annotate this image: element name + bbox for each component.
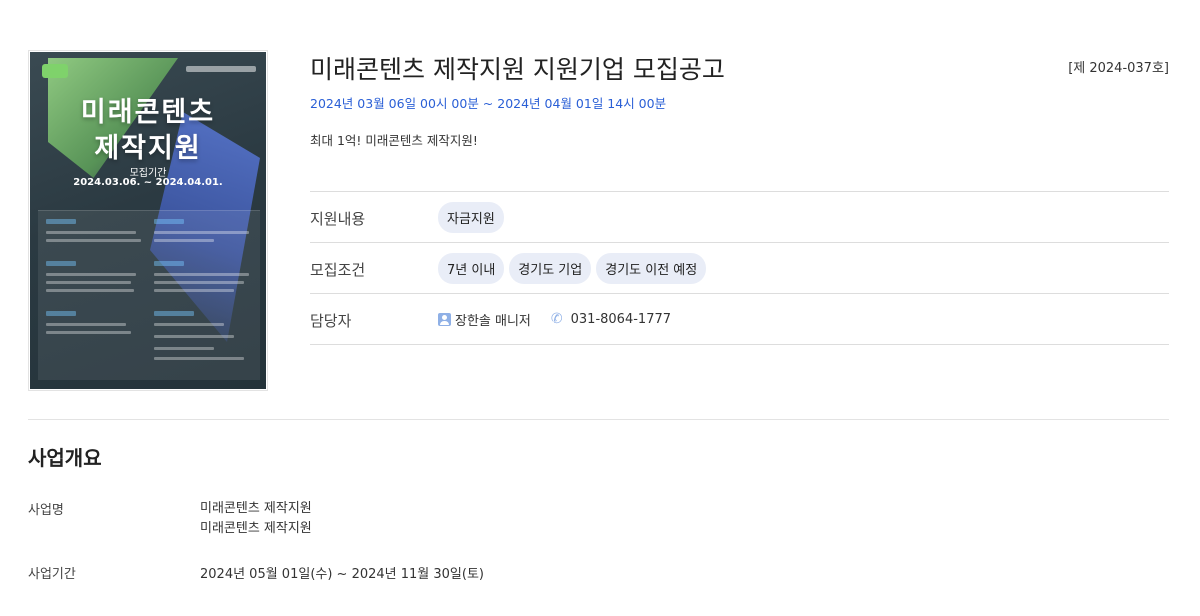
business-name-value: 미래콘텐츠 제작지원 — [200, 501, 312, 516]
person-icon — [438, 312, 451, 326]
contact-phone[interactable]: 031-8064-1777 — [571, 312, 671, 327]
conditions-label: 모집조건 — [310, 260, 366, 279]
section-divider — [28, 419, 1169, 420]
condition-chip[interactable]: 7년 이내 — [438, 252, 505, 284]
notice-number: [제 2024-037호] — [1068, 61, 1169, 76]
overview-row-name: 사업명 미래콘텐츠 제작지원 미래콘텐츠 제작지원 — [28, 499, 312, 539]
condition-chip[interactable]: 경기도 이전 예정 — [596, 252, 707, 284]
business-name-value: 미래콘텐츠 제작지원 — [200, 521, 312, 536]
support-chips: 자금지원 — [438, 201, 504, 233]
notice-title: 미래콘텐츠 제작지원 지원기업 모집공고 — [310, 55, 725, 84]
support-chip[interactable]: 자금지원 — [438, 201, 504, 233]
business-period-label: 사업기간 — [28, 567, 76, 582]
overview-row-period: 사업기간 2024년 05월 01일(수) ~ 2024년 11월 30일(토) — [28, 563, 484, 582]
overview-section-title: 사업개요 — [28, 446, 102, 470]
condition-chip[interactable]: 경기도 기업 — [509, 252, 592, 284]
business-name-values: 미래콘텐츠 제작지원 미래콘텐츠 제작지원 — [200, 499, 312, 539]
poster-org-logo — [186, 66, 256, 72]
poster-artwork: 미래콘텐츠 제작지원 모집기간 2024.03.06. ~ 2024.04.01… — [30, 52, 266, 389]
info-row-contact: 담당자 장한솔 매니저 ✆ 031-8064-1777 — [310, 294, 1169, 345]
phone-icon: ✆ — [550, 311, 563, 327]
business-period-value: 2024년 05월 01일(수) ~ 2024년 11월 30일(토) — [200, 567, 484, 582]
recruitment-period: 2024년 03월 06일 00시 00분 ~ 2024년 04월 01일 14… — [310, 96, 667, 111]
conditions-chips: 7년 이내 경기도 기업 경기도 이전 예정 — [438, 252, 707, 284]
notice-summary: 최대 1억! 미래콘텐츠 제작지원! — [310, 133, 478, 148]
poster-image: 미래콘텐츠 제작지원 모집기간 2024.03.06. ~ 2024.04.01… — [28, 50, 268, 391]
info-row-support: 지원내용 자금지원 — [310, 192, 1169, 243]
info-row-conditions: 모집조건 7년 이내 경기도 기업 경기도 이전 예정 — [310, 243, 1169, 294]
info-table: 지원내용 자금지원 모집조건 7년 이내 경기도 기업 경기도 이전 예정 담당… — [310, 191, 1169, 345]
business-name-label: 사업명 — [28, 503, 64, 518]
poster-logo-badge — [42, 64, 68, 78]
contact-info: 장한솔 매니저 ✆ 031-8064-1777 — [438, 310, 671, 329]
poster-title-line1: 미래콘텐츠 — [80, 97, 216, 128]
support-label: 지원내용 — [310, 209, 366, 228]
poster-title-line2: 제작지원 — [94, 133, 202, 164]
contact-label: 담당자 — [310, 311, 352, 330]
contact-person: 장한솔 매니저 — [455, 313, 531, 329]
poster-details-panel — [38, 210, 260, 380]
poster-period-dates: 2024.03.06. ~ 2024.04.01. — [73, 177, 223, 188]
